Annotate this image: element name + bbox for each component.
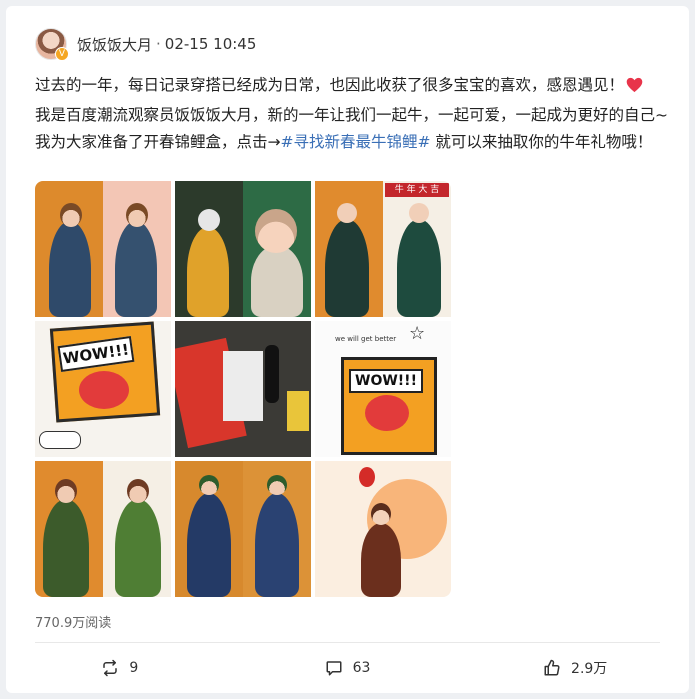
divider (35, 642, 660, 643)
avatar[interactable]: V (35, 28, 69, 61)
repost-button[interactable]: 9 (6, 656, 234, 680)
photo-6[interactable]: we will get better WOW!!! ☆ (315, 321, 451, 457)
repost-count: 9 (129, 660, 139, 676)
image-grid: 牛 年 大 吉 WOW!!! we will get better WOW!!! (35, 181, 451, 597)
post-card: V 饭饭饭大月 · 02-15 10:45 过去的一年，每日记录穿搭已经成为日常… (6, 6, 689, 693)
heart-icon (626, 75, 643, 102)
username[interactable]: 饭饭饭大月 (77, 34, 152, 55)
photo-3[interactable]: 牛 年 大 吉 (315, 181, 451, 317)
comment-button[interactable]: 63 (234, 656, 462, 680)
post-body: 过去的一年，每日记录穿搭已经成为日常，也因此收获了很多宝宝的喜欢，感恩遇见！ 我… (35, 72, 680, 156)
like-count: 2.9万 (571, 661, 608, 677)
photo-2[interactable] (175, 181, 311, 317)
photo-5[interactable] (175, 321, 311, 457)
wow-caption: we will get better (335, 335, 397, 343)
hashtag-link[interactable]: #寻找新春最牛锦鲤# (281, 133, 431, 151)
banner-text: 牛 年 大 吉 (385, 183, 449, 197)
photo-8[interactable] (175, 461, 311, 597)
post-text-intro: 过去的一年，每日记录穿搭已经成为日常，也因此收获了很多宝宝的喜欢，感恩遇见！ (35, 76, 625, 94)
action-bar: 9 63 2.9万 (6, 656, 689, 680)
verified-badge-icon: V (55, 47, 69, 61)
repost-icon (103, 659, 118, 677)
post-meta: 饭饭饭大月 · 02-15 10:45 (77, 34, 256, 55)
comment-icon (326, 661, 342, 676)
like-button[interactable]: 2.9万 (461, 656, 689, 680)
photo-9[interactable] (315, 461, 451, 597)
post-timestamp: 02-15 10:45 (164, 35, 257, 53)
post-text-outro: 就可以来抽取你的牛年礼物哦！ (430, 133, 653, 151)
comment-count: 63 (352, 660, 371, 676)
photo-4[interactable]: WOW!!! (35, 321, 171, 457)
post-header: V 饭饭饭大月 · 02-15 10:45 (35, 26, 256, 62)
read-count: 770.9万阅读 (35, 616, 112, 631)
thumbs-up-icon (544, 659, 560, 676)
meta-separator: · (156, 35, 161, 53)
photo-7[interactable] (35, 461, 171, 597)
photo-1[interactable] (35, 181, 171, 317)
wow-text-2: WOW!!! (349, 369, 423, 393)
star-icon: ☆ (409, 323, 426, 344)
